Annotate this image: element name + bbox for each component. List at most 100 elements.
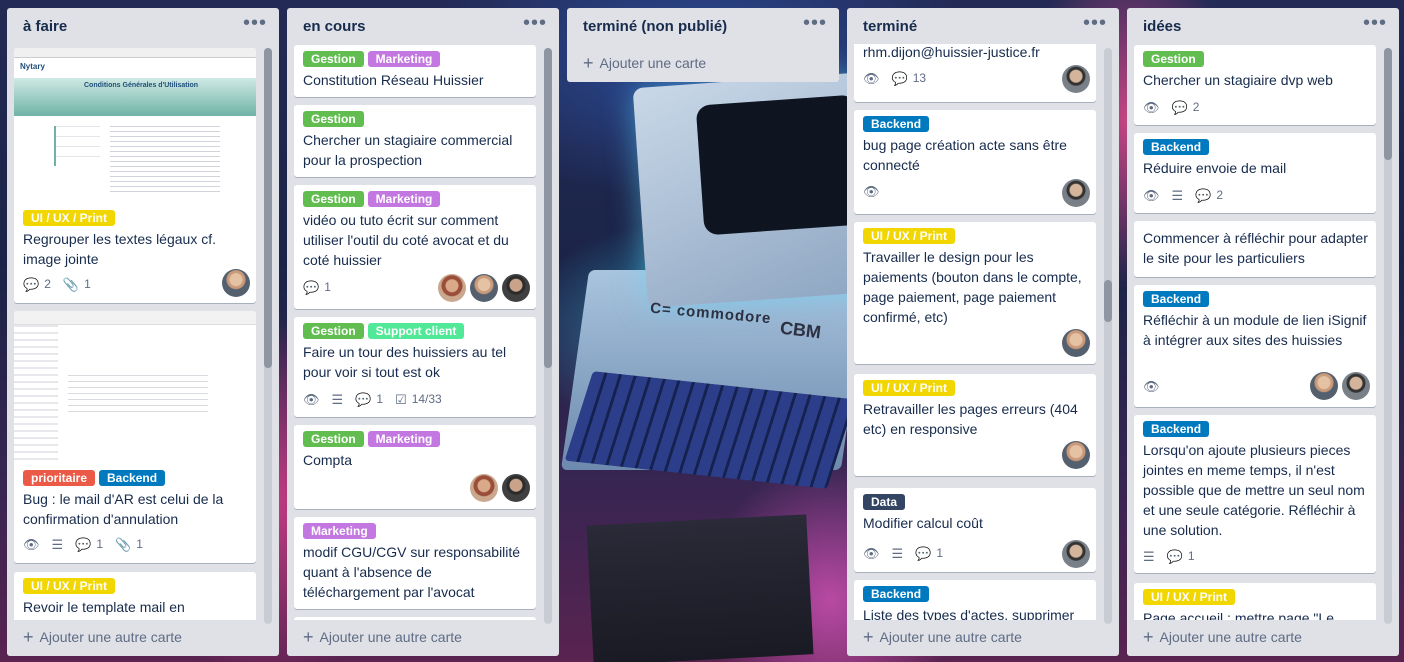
card[interactable]: prioritaire Backend Bug : le mail d'AR e… <box>14 311 256 563</box>
label-marketing[interactable]: Marketing <box>303 523 376 539</box>
avatar[interactable] <box>470 274 498 302</box>
card-labels: Gestion Support client <box>303 323 465 339</box>
list-title[interactable]: idées <box>1143 18 1181 35</box>
list-menu-icon[interactable]: ••• <box>243 12 267 35</box>
card[interactable]: rhm.dijon@huissier-justice.fr 👁 💬 13 <box>854 44 1096 102</box>
add-card-button[interactable]: + Ajouter une autre carte <box>863 628 1022 646</box>
avatar[interactable] <box>1342 372 1370 400</box>
card[interactable]: UI / UX / Print Travailler le design pou… <box>854 222 1096 364</box>
card-members <box>470 474 530 502</box>
card-cover-image: Nytary Conditions Générales d'Utilisatio… <box>14 48 256 203</box>
label-backend[interactable]: Backend <box>863 116 930 132</box>
card[interactable]: UI / UX / Print Page accueil : mettre pa… <box>1134 583 1376 620</box>
list-scrollbar-thumb[interactable] <box>1384 48 1392 160</box>
comment-icon: 💬 <box>23 276 40 292</box>
list-scrollbar-thumb[interactable] <box>1104 280 1112 322</box>
card[interactable]: Nytary Conditions Générales d'Utilisatio… <box>14 48 256 303</box>
label-support-client[interactable]: Support client <box>367 323 465 339</box>
label-backend[interactable]: Backend <box>1143 291 1210 307</box>
label-data[interactable]: Data <box>863 494 906 510</box>
label-gestion[interactable]: Gestion <box>303 51 364 67</box>
card[interactable]: Commencer à réfléchir pour adapter le si… <box>1134 221 1376 277</box>
label-marketing[interactable]: Marketing <box>367 51 441 67</box>
label-ui-ux-print[interactable]: UI / UX / Print <box>23 210 116 226</box>
card[interactable]: UI / UX / Print Revoir le template mail … <box>14 572 256 620</box>
list-menu-icon[interactable]: ••• <box>1083 12 1107 35</box>
label-backend[interactable]: Backend <box>1143 139 1210 155</box>
card[interactable]: Gestion Support client Faire un tour des… <box>294 317 536 417</box>
label-ui-ux-print[interactable]: UI / UX / Print <box>23 578 116 594</box>
label-backend[interactable]: Backend <box>1143 421 1210 437</box>
card-title: Liste des types d'actes, supprimer <box>863 607 1075 620</box>
list-menu-icon[interactable]: ••• <box>1363 12 1387 35</box>
card-labels: Marketing <box>303 523 376 539</box>
add-card-button[interactable]: + Ajouter une carte <box>583 54 706 72</box>
avatar[interactable] <box>470 474 498 502</box>
card-members <box>1062 329 1090 357</box>
card[interactable]: Gestion Chercher un stagiaire commercial… <box>294 105 536 177</box>
card-title: Chercher un stagiaire dvp web <box>1143 72 1333 88</box>
list-title[interactable]: terminé <box>863 18 917 35</box>
avatar[interactable] <box>502 274 530 302</box>
card[interactable]: Backend Liste des types d'actes, supprim… <box>854 580 1096 620</box>
card[interactable]: Gestion Chercher un stagiaire dvp web 👁 … <box>1134 45 1376 125</box>
label-ui-ux-print[interactable]: UI / UX / Print <box>863 228 956 244</box>
avatar[interactable] <box>502 474 530 502</box>
add-card-button[interactable]: + Ajouter une autre carte <box>303 628 462 646</box>
label-backend[interactable]: Backend <box>863 586 930 602</box>
add-card-button[interactable]: + Ajouter une autre carte <box>23 628 182 646</box>
label-prioritaire[interactable]: prioritaire <box>23 470 96 486</box>
label-ui-ux-print[interactable]: UI / UX / Print <box>1143 589 1236 605</box>
card[interactable]: Gestion Marketing vidéo ou tuto écrit su… <box>294 185 536 309</box>
card[interactable]: Data Modifier calcul coût 👁 ☰ 💬 1 <box>854 488 1096 572</box>
board-lists: à faire ••• Nytary Conditions Générales … <box>0 0 1404 662</box>
list-scrollbar[interactable] <box>264 48 272 624</box>
card[interactable]: Marketing modif CGU/CGV sur responsabili… <box>294 517 536 609</box>
attachments-badge: 📎 1 <box>115 536 143 552</box>
card[interactable] <box>294 617 536 620</box>
list-scrollbar-thumb[interactable] <box>264 48 272 368</box>
label-gestion[interactable]: Gestion <box>303 111 364 127</box>
list-header: en cours ••• <box>287 8 559 44</box>
avatar[interactable] <box>1062 179 1090 207</box>
avatar[interactable] <box>1062 329 1090 357</box>
label-gestion[interactable]: Gestion <box>303 191 364 207</box>
card[interactable]: Gestion Marketing Compta <box>294 425 536 509</box>
card[interactable]: Backend Lorsqu'on ajoute plusieurs piece… <box>1134 415 1376 573</box>
avatar[interactable] <box>1062 540 1090 568</box>
list-title[interactable]: en cours <box>303 18 366 35</box>
avatar[interactable] <box>222 269 250 297</box>
card-title: Réfléchir à un module de lien iSignif à … <box>1143 312 1367 348</box>
card[interactable]: Gestion Marketing Constitution Réseau Hu… <box>294 45 536 97</box>
avatar[interactable] <box>438 274 466 302</box>
list-scrollbar-thumb[interactable] <box>544 48 552 368</box>
card-labels: prioritaire Backend <box>23 470 166 486</box>
label-gestion[interactable]: Gestion <box>1143 51 1204 67</box>
list-scrollbar[interactable] <box>1384 48 1392 624</box>
card-title: Lorsqu'on ajoute plusieurs pieces jointe… <box>1143 442 1365 538</box>
label-gestion[interactable]: Gestion <box>303 431 364 447</box>
label-gestion[interactable]: Gestion <box>303 323 364 339</box>
card[interactable]: UI / UX / Print Retravailler les pages e… <box>854 374 1096 476</box>
watch-badge: 👁 <box>1143 101 1160 114</box>
card[interactable]: Backend bug page création acte sans être… <box>854 110 1096 214</box>
add-card-button[interactable]: + Ajouter une autre carte <box>1143 628 1302 646</box>
list-title[interactable]: terminé (non publié) <box>583 18 727 35</box>
list-menu-icon[interactable]: ••• <box>803 12 827 35</box>
comment-icon: 💬 <box>303 279 320 295</box>
list-scrollbar[interactable] <box>544 48 552 624</box>
label-ui-ux-print[interactable]: UI / UX / Print <box>863 380 956 396</box>
card[interactable]: Backend Réduire envoie de mail 👁 ☰ 💬 2 <box>1134 133 1376 213</box>
label-marketing[interactable]: Marketing <box>367 191 441 207</box>
list-menu-icon[interactable]: ••• <box>523 12 547 35</box>
card[interactable]: Backend Réfléchir à un module de lien iS… <box>1134 285 1376 407</box>
avatar[interactable] <box>1062 441 1090 469</box>
list-header: à faire ••• <box>7 8 279 44</box>
list-scrollbar[interactable] <box>1104 48 1112 624</box>
label-marketing[interactable]: Marketing <box>367 431 441 447</box>
list-title[interactable]: à faire <box>23 18 67 35</box>
avatar[interactable] <box>1310 372 1338 400</box>
avatar[interactable] <box>1062 65 1090 93</box>
card-title: Page accueil : mettre page "Le <box>1143 610 1334 620</box>
label-backend[interactable]: Backend <box>99 470 166 486</box>
